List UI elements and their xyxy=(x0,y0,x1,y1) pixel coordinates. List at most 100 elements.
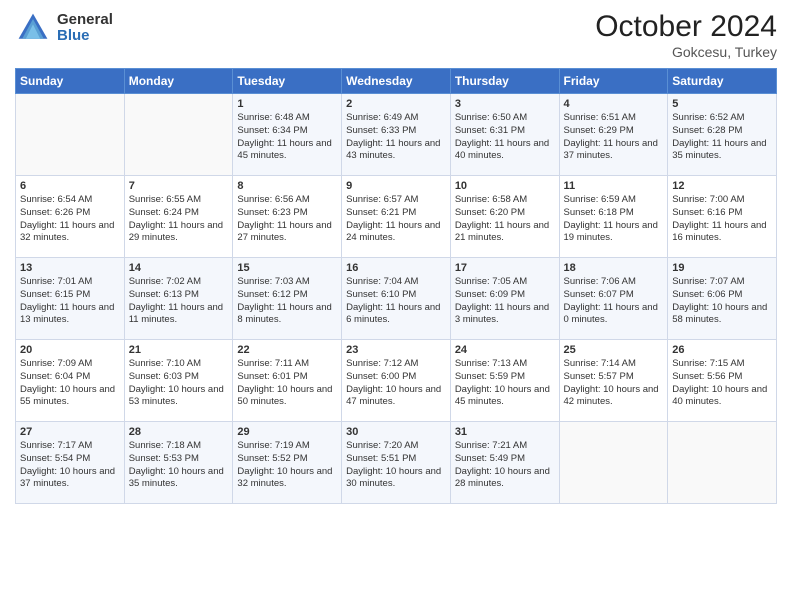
calendar-cell: 9 Sunrise: 6:57 AMSunset: 6:21 PMDaylight… xyxy=(342,176,451,258)
day-detail: Sunrise: 6:52 AMSunset: 6:28 PMDaylight:… xyxy=(672,112,766,161)
calendar-cell: 12Sunrise: 7:00 AMSunset: 6:16 PMDayligh… xyxy=(668,176,777,258)
day-number: 13 xyxy=(20,262,120,274)
day-detail: Sunrise: 7:11 AMSunset: 6:01 PMDaylight:… xyxy=(237,358,332,407)
calendar-cell: 13 Sunrise: 7:01 AMSunset: 6:15 PMDayligh… xyxy=(16,258,125,340)
day-detail: Sunrise: 7:00 AMSunset: 6:16 PMDaylight:… xyxy=(672,194,766,243)
logo-blue-text: Blue xyxy=(57,28,113,45)
day-detail: Sunrise: 6:59 AMSunset: 6:18 PMDaylight:… xyxy=(564,194,658,243)
day-detail: Sunrise: 6:55 AMSunset: 6:24 PMDaylight:… xyxy=(129,194,223,243)
day-number: 21 xyxy=(129,344,229,356)
day-number: 10 xyxy=(455,180,555,192)
calendar-cell xyxy=(16,94,125,176)
day-detail: Sunrise: 7:07 AMSunset: 6:06 PMDaylight:… xyxy=(672,276,767,325)
day-detail: Sunrise: 6:48 AMSunset: 6:34 PMDaylight:… xyxy=(237,112,331,161)
calendar-page: General Blue October 2024 Gokcesu, Turke… xyxy=(0,0,792,612)
calendar-cell: 31Sunrise: 7:21 AMSunset: 5:49 PMDayligh… xyxy=(450,422,559,504)
day-number: 25 xyxy=(564,344,664,356)
day-number: 22 xyxy=(237,344,337,356)
calendar-cell: 19 Sunrise: 7:07 AMSunset: 6:06 PMDayligh… xyxy=(668,258,777,340)
day-number: 18 xyxy=(564,262,664,274)
day-detail: Sunrise: 6:51 AMSunset: 6:29 PMDaylight:… xyxy=(564,112,658,161)
day-header-friday: Friday xyxy=(559,69,668,94)
location-subtitle: Gokcesu, Turkey xyxy=(595,44,777,60)
day-detail: Sunrise: 6:57 AMSunset: 6:21 PMDaylight:… xyxy=(346,194,440,243)
day-header-thursday: Thursday xyxy=(450,69,559,94)
calendar-cell: 30 Sunrise: 7:20 AMSunset: 5:51 PMDayligh… xyxy=(342,422,451,504)
calendar-week-row: 20Sunrise: 7:09 AMSunset: 6:04 PMDayligh… xyxy=(16,340,777,422)
day-number: 5 xyxy=(672,98,772,110)
logo-text: General Blue xyxy=(57,12,113,45)
calendar-cell: 11 Sunrise: 6:59 AMSunset: 6:18 PMDayligh… xyxy=(559,176,668,258)
day-number: 29 xyxy=(237,426,337,438)
calendar-cell: 14Sunrise: 7:02 AMSunset: 6:13 PMDayligh… xyxy=(124,258,233,340)
calendar-cell: 21 Sunrise: 7:10 AMSunset: 6:03 PMDayligh… xyxy=(124,340,233,422)
calendar-week-row: 1Sunrise: 6:48 AMSunset: 6:34 PMDaylight… xyxy=(16,94,777,176)
day-number: 7 xyxy=(129,180,229,192)
day-number: 30 xyxy=(346,426,446,438)
calendar-cell: 10 Sunrise: 6:58 AMSunset: 6:20 PMDayligh… xyxy=(450,176,559,258)
day-header-wednesday: Wednesday xyxy=(342,69,451,94)
day-number: 3 xyxy=(455,98,555,110)
day-detail: Sunrise: 7:02 AMSunset: 6:13 PMDaylight:… xyxy=(129,276,223,325)
calendar-cell: 7 Sunrise: 6:55 AMSunset: 6:24 PMDaylight… xyxy=(124,176,233,258)
calendar-cell: 16 Sunrise: 7:04 AMSunset: 6:10 PMDayligh… xyxy=(342,258,451,340)
day-number: 26 xyxy=(672,344,772,356)
day-detail: Sunrise: 6:54 AMSunset: 6:26 PMDaylight:… xyxy=(20,194,114,243)
day-detail: Sunrise: 7:21 AMSunset: 5:49 PMDaylight:… xyxy=(455,440,550,489)
calendar-cell: 26Sunrise: 7:15 AMSunset: 5:56 PMDayligh… xyxy=(668,340,777,422)
day-detail: Sunrise: 7:04 AMSunset: 6:10 PMDaylight:… xyxy=(346,276,440,325)
day-number: 15 xyxy=(237,262,337,274)
day-number: 8 xyxy=(237,180,337,192)
day-header-monday: Monday xyxy=(124,69,233,94)
days-header-row: SundayMondayTuesdayWednesdayThursdayFrid… xyxy=(16,69,777,94)
calendar-cell: 5 Sunrise: 6:52 AMSunset: 6:28 PMDaylight… xyxy=(668,94,777,176)
calendar-cell: 24 Sunrise: 7:13 AMSunset: 5:59 PMDayligh… xyxy=(450,340,559,422)
day-detail: Sunrise: 7:17 AMSunset: 5:54 PMDaylight:… xyxy=(20,440,115,489)
logo-icon xyxy=(15,10,51,46)
day-detail: Sunrise: 6:58 AMSunset: 6:20 PMDaylight:… xyxy=(455,194,549,243)
calendar-cell: 17 Sunrise: 7:05 AMSunset: 6:09 PMDayligh… xyxy=(450,258,559,340)
day-detail: Sunrise: 7:01 AMSunset: 6:15 PMDaylight:… xyxy=(20,276,114,325)
calendar-cell: 15Sunrise: 7:03 AMSunset: 6:12 PMDayligh… xyxy=(233,258,342,340)
day-detail: Sunrise: 7:20 AMSunset: 5:51 PMDaylight:… xyxy=(346,440,441,489)
day-number: 27 xyxy=(20,426,120,438)
calendar-cell: 29Sunrise: 7:19 AMSunset: 5:52 PMDayligh… xyxy=(233,422,342,504)
calendar-cell: 25 Sunrise: 7:14 AMSunset: 5:57 PMDayligh… xyxy=(559,340,668,422)
day-header-saturday: Saturday xyxy=(668,69,777,94)
day-detail: Sunrise: 7:13 AMSunset: 5:59 PMDaylight:… xyxy=(455,358,550,407)
day-detail: Sunrise: 7:18 AMSunset: 5:53 PMDaylight:… xyxy=(129,440,224,489)
calendar-week-row: 13 Sunrise: 7:01 AMSunset: 6:15 PMDayligh… xyxy=(16,258,777,340)
day-detail: Sunrise: 7:06 AMSunset: 6:07 PMDaylight:… xyxy=(564,276,658,325)
day-detail: Sunrise: 6:49 AMSunset: 6:33 PMDaylight:… xyxy=(346,112,440,161)
day-number: 6 xyxy=(20,180,120,192)
day-number: 16 xyxy=(346,262,446,274)
calendar-cell: 18 Sunrise: 7:06 AMSunset: 6:07 PMDayligh… xyxy=(559,258,668,340)
calendar-cell: 23Sunrise: 7:12 AMSunset: 6:00 PMDayligh… xyxy=(342,340,451,422)
day-number: 11 xyxy=(564,180,664,192)
day-detail: Sunrise: 7:10 AMSunset: 6:03 PMDaylight:… xyxy=(129,358,224,407)
calendar-cell: 28 Sunrise: 7:18 AMSunset: 5:53 PMDayligh… xyxy=(124,422,233,504)
day-number: 19 xyxy=(672,262,772,274)
calendar-cell: 4 Sunrise: 6:51 AMSunset: 6:29 PMDaylight… xyxy=(559,94,668,176)
day-header-sunday: Sunday xyxy=(16,69,125,94)
day-number: 4 xyxy=(564,98,664,110)
calendar-cell xyxy=(124,94,233,176)
day-detail: Sunrise: 7:05 AMSunset: 6:09 PMDaylight:… xyxy=(455,276,549,325)
month-title: October 2024 xyxy=(595,10,777,44)
day-number: 2 xyxy=(346,98,446,110)
day-number: 24 xyxy=(455,344,555,356)
title-block: October 2024 Gokcesu, Turkey xyxy=(595,10,777,60)
calendar-cell: 1Sunrise: 6:48 AMSunset: 6:34 PMDaylight… xyxy=(233,94,342,176)
day-number: 17 xyxy=(455,262,555,274)
calendar-week-row: 6 Sunrise: 6:54 AMSunset: 6:26 PMDaylight… xyxy=(16,176,777,258)
calendar-week-row: 27 Sunrise: 7:17 AMSunset: 5:54 PMDayligh… xyxy=(16,422,777,504)
calendar-table: SundayMondayTuesdayWednesdayThursdayFrid… xyxy=(15,68,777,504)
day-number: 9 xyxy=(346,180,446,192)
calendar-cell: 8 Sunrise: 6:56 AMSunset: 6:23 PMDaylight… xyxy=(233,176,342,258)
day-number: 20 xyxy=(20,344,120,356)
day-detail: Sunrise: 7:12 AMSunset: 6:00 PMDaylight:… xyxy=(346,358,441,407)
calendar-cell: 2 Sunrise: 6:49 AMSunset: 6:33 PMDaylight… xyxy=(342,94,451,176)
day-detail: Sunrise: 6:56 AMSunset: 6:23 PMDaylight:… xyxy=(237,194,331,243)
day-detail: Sunrise: 7:14 AMSunset: 5:57 PMDaylight:… xyxy=(564,358,659,407)
day-number: 28 xyxy=(129,426,229,438)
